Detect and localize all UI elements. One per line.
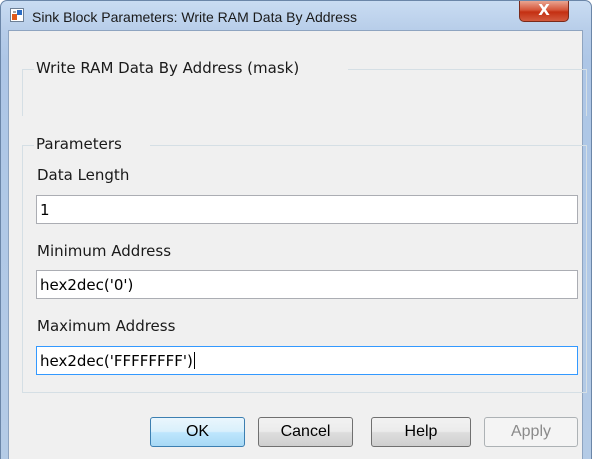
ok-button[interactable]: OK [150, 417, 245, 447]
close-icon: X [538, 1, 550, 19]
maximum-address-label: Maximum Address [37, 317, 176, 335]
parameters-group-title: Parameters [36, 135, 126, 153]
close-button[interactable]: X [519, 1, 569, 22]
apply-button[interactable]: Apply [484, 417, 578, 447]
minimum-address-label: Minimum Address [37, 242, 172, 260]
minimum-address-field[interactable]: hex2dec('0') [36, 270, 578, 299]
parameters-group-border-right [150, 145, 587, 146]
description-group-border-left [22, 69, 34, 70]
help-button[interactable]: Help [371, 417, 471, 447]
parameters-group-border-left [22, 145, 34, 146]
title-bar[interactable]: Sink Block Parameters: Write RAM Data By… [1, 1, 591, 29]
text-caret [193, 352, 195, 369]
description-group-border-right [348, 69, 587, 70]
maximum-address-field[interactable]: hex2dec('FFFFFFFF') [36, 346, 578, 375]
description-group-title: Write RAM Data By Address (mask) [36, 59, 304, 77]
window-title: Sink Block Parameters: Write RAM Data By… [32, 9, 357, 25]
cancel-button[interactable]: Cancel [258, 417, 353, 447]
data-length-field[interactable]: 1 [36, 195, 578, 224]
simulink-block-icon [10, 8, 24, 22]
data-length-label: Data Length [37, 166, 130, 184]
maximum-address-value: hex2dec('FFFFFFFF') [40, 352, 193, 370]
